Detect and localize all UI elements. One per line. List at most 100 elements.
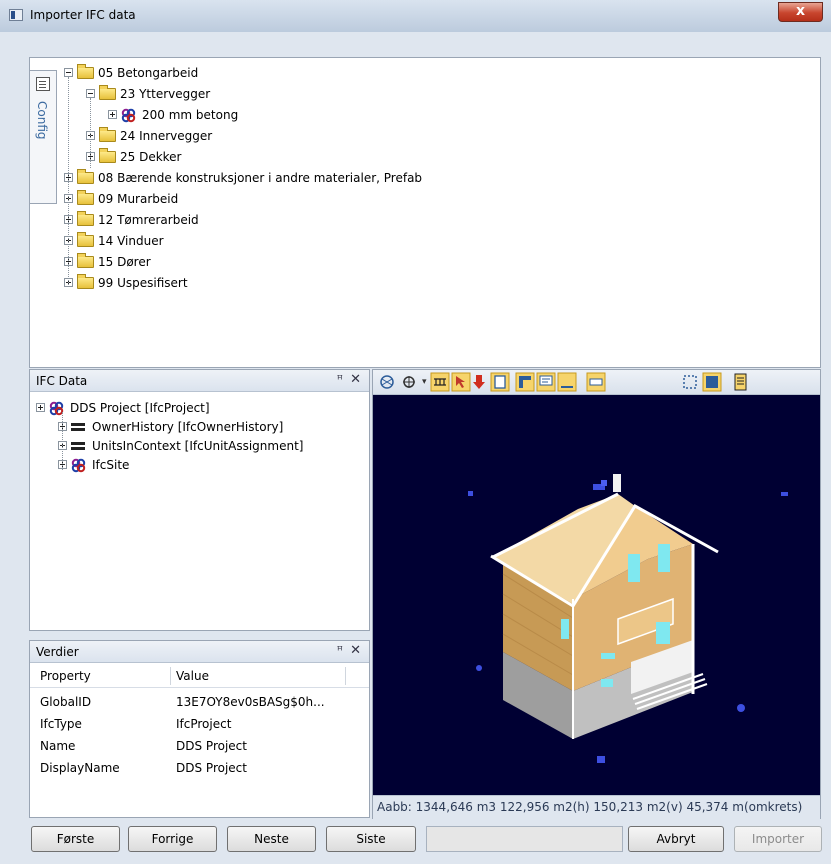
select-arrow-icon[interactable] [451, 372, 471, 392]
folder-icon [77, 190, 94, 205]
property-name: DisplayName [40, 761, 120, 775]
folder-icon [77, 253, 94, 268]
3d-viewer[interactable]: ▾ Aabb: 1344,646 m3 122,956 m2(h) 150,21… [372, 369, 821, 819]
tree-item-label: UnitsInContext [IfcUnitAssignment] [92, 439, 304, 453]
annotation-icon[interactable] [536, 372, 556, 392]
tree-item-label: 24 Innervegger [120, 129, 213, 143]
column-divider[interactable] [170, 667, 171, 685]
tree-item[interactable]: 05 Betongarbeid [64, 63, 764, 83]
tree-item-label: 08 Bærende konstruksjoner i andre materi… [98, 171, 423, 185]
move-down-icon[interactable] [473, 375, 485, 389]
cancel-button[interactable]: Avbryt [628, 826, 724, 852]
document-icon[interactable] [734, 373, 747, 391]
values-title: Verdier [36, 645, 79, 659]
marker [737, 704, 745, 712]
tree-item-label: 12 Tømrerarbeid [98, 213, 199, 227]
column-header-property[interactable]: Property [40, 665, 170, 687]
pin-icon[interactable]: ꟸ [337, 644, 343, 657]
orbit-icon[interactable] [380, 375, 394, 389]
tree-item[interactable]: 23 Yttervegger [64, 84, 764, 104]
marker [476, 665, 482, 671]
chimney [613, 474, 621, 492]
bounding-box-icon[interactable] [683, 375, 697, 389]
tree-item[interactable]: 15 Dører [64, 252, 764, 272]
fit-view-icon[interactable] [702, 372, 722, 392]
values-header: Verdier ꟸ ✕ [30, 641, 369, 663]
table-row[interactable]: IfcType IfcProject [30, 713, 369, 735]
first-button[interactable]: Første [31, 826, 120, 852]
dropdown-arrow-icon[interactable]: ▾ [422, 377, 427, 387]
window [656, 622, 670, 644]
model-view-icon[interactable] [403, 376, 415, 388]
house-model [468, 474, 788, 763]
tree-item[interactable]: 09 Murarbeid [64, 189, 764, 209]
ifc-data-header: IFC Data ꟸ ✕ [30, 370, 369, 392]
close-icon[interactable]: ✕ [350, 372, 361, 387]
tree-item[interactable]: 08 Bærende konstruksjoner i andre materi… [64, 168, 764, 188]
table-row[interactable]: GlobalID 13E7OY8ev0sBASg$0h... [30, 691, 369, 713]
tree-item-label: OwnerHistory [IfcOwnerHistory] [92, 420, 284, 434]
ifc-object-icon [71, 458, 86, 473]
table-header: Property Value [30, 665, 369, 688]
property-name: GlobalID [40, 695, 92, 709]
column-header-value[interactable]: Value [176, 665, 346, 687]
grid-toggle-icon[interactable] [430, 372, 450, 392]
tree-item-label: DDS Project [IfcProject] [70, 401, 210, 415]
folder-icon [77, 274, 94, 289]
tree-item[interactable]: 24 Innervegger [64, 126, 764, 146]
tree-item-label: 99 Uspesifisert [98, 276, 188, 290]
table-row[interactable]: Name DDS Project [30, 735, 369, 757]
tree-item[interactable]: 12 Tømrerarbeid [64, 210, 764, 230]
pin-icon[interactable]: ꟸ [337, 373, 343, 386]
tree-item[interactable]: 200 mm betong [64, 105, 764, 125]
viewer-status-bar: Aabb: 1344,646 m3 122,956 m2(h) 150,213 … [373, 795, 820, 819]
floor-plane-icon[interactable] [557, 372, 577, 392]
config-tab[interactable]: Config [30, 70, 57, 204]
marker [601, 480, 607, 486]
last-button[interactable]: Siste [326, 826, 416, 852]
marker [781, 492, 788, 496]
ifc-data-title: IFC Data [36, 374, 88, 388]
progress-bar [426, 826, 623, 852]
tree-item-label: 23 Yttervegger [120, 87, 211, 101]
import-window: Importer IFC data x Config 05 Betongarbe… [0, 0, 831, 864]
collapse-icon[interactable] [64, 68, 73, 77]
previous-button[interactable]: Forrige [128, 826, 217, 852]
folder-icon [77, 232, 94, 247]
box-select-icon[interactable] [490, 372, 510, 392]
3d-scene[interactable] [373, 394, 820, 794]
tree-item[interactable]: 14 Vinduer [64, 231, 764, 251]
close-icon[interactable]: ✕ [350, 643, 361, 658]
property-name: Name [40, 739, 76, 753]
table-row[interactable]: DisplayName DDS Project [30, 757, 369, 779]
config-icon [36, 77, 50, 91]
marker [597, 756, 605, 763]
folder-icon [77, 211, 94, 226]
next-button[interactable]: Neste [227, 826, 316, 852]
expand-icon[interactable] [108, 110, 117, 119]
folder-icon [77, 169, 94, 184]
property-value: DDS Project [176, 739, 247, 753]
section-icon[interactable] [515, 372, 535, 392]
tree-item[interactable]: 99 Uspesifisert [64, 273, 764, 293]
expand-icon[interactable] [36, 403, 45, 412]
classification-tree-panel: Config 05 Betongarbeid 23 Yttervegger 200 … [29, 57, 821, 368]
property-value: 13E7OY8ev0sBASg$0h... [176, 695, 325, 709]
viewer-toolbar: ▾ [373, 370, 820, 395]
tree-item-label: 200 mm betong [142, 108, 239, 122]
property-value: DDS Project [176, 761, 247, 775]
equals-icon [71, 442, 85, 450]
close-button[interactable]: x [778, 2, 823, 22]
property-value: IfcProject [176, 717, 232, 731]
tree-item-label: 05 Betongarbeid [98, 66, 199, 80]
column-divider[interactable] [345, 667, 346, 685]
folder-icon [99, 127, 116, 142]
collapse-icon[interactable] [86, 89, 95, 98]
window-title: Importer IFC data [30, 8, 136, 22]
window [658, 544, 670, 572]
dots-icon[interactable] [586, 372, 606, 392]
ifc-data-panel: IFC Data ꟸ ✕ DDS Project [IfcProject] Own… [29, 369, 370, 631]
tree-item[interactable]: 25 Dekker [64, 147, 764, 167]
folder-icon [99, 148, 116, 163]
import-button[interactable]: Importer [734, 826, 822, 852]
